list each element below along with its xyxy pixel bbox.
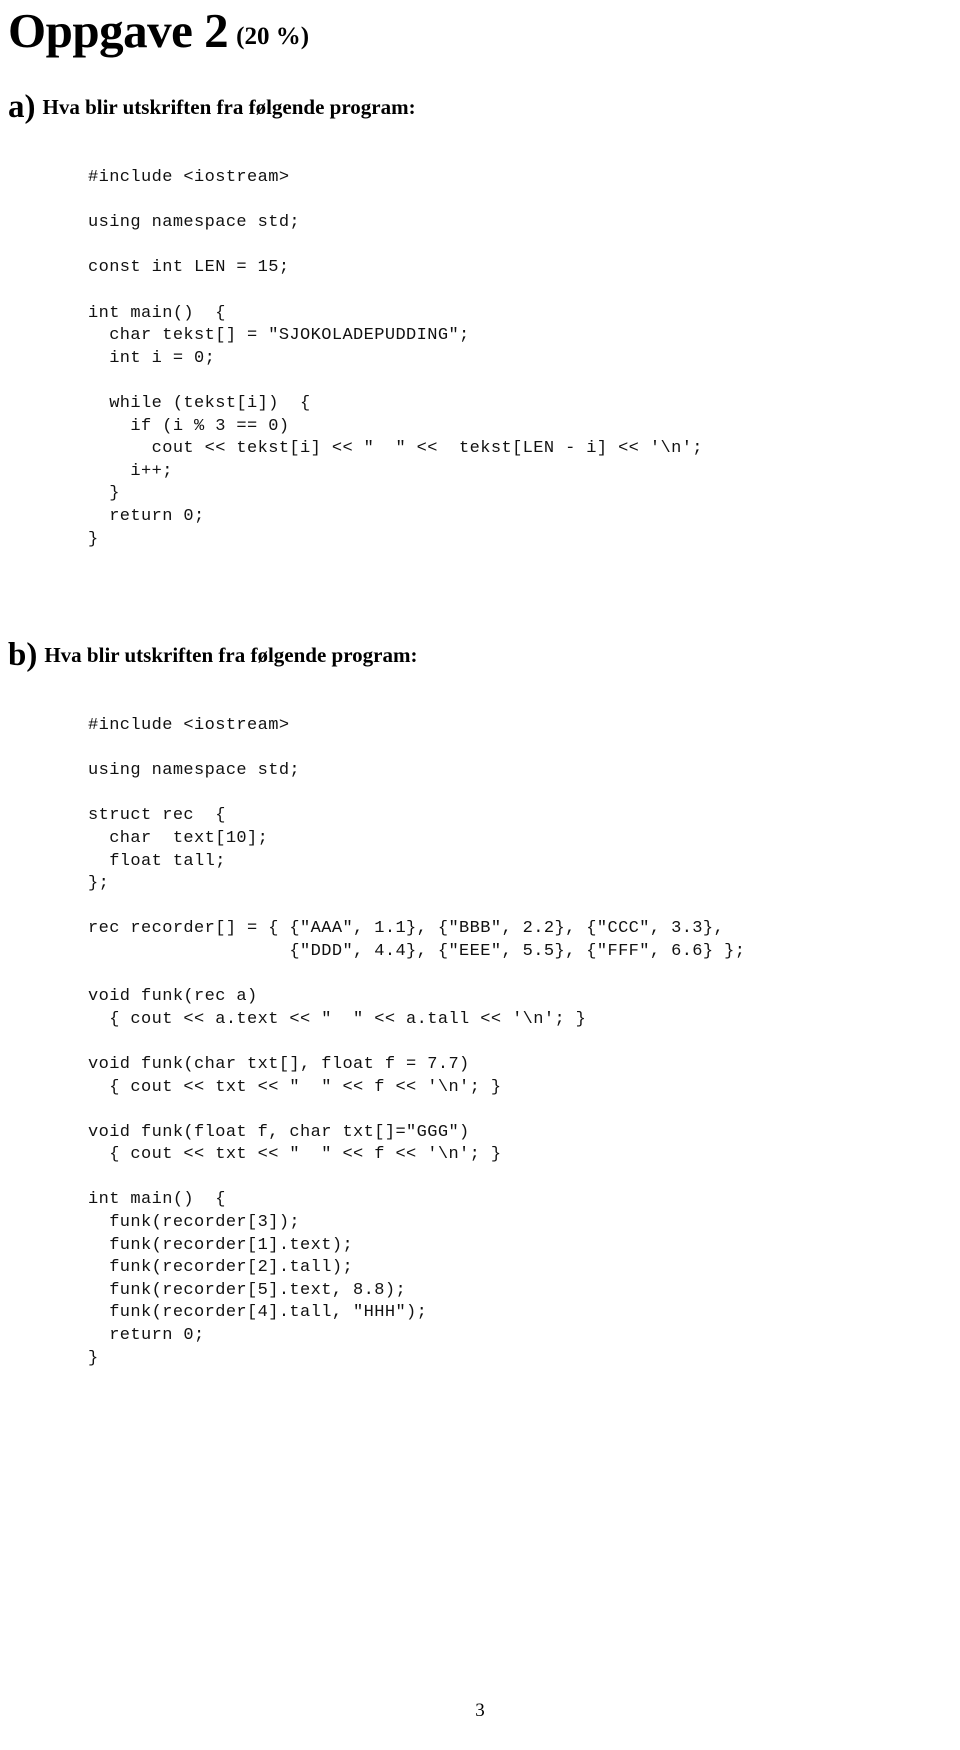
section-a-letter: a) (8, 89, 36, 125)
section-b-heading: b) Hva blir utskriften fra følgende progr… (8, 637, 417, 674)
page-number: 3 (475, 1700, 485, 1721)
exam-page: Oppgave 2 (20 %) a) Hva blir utskriften fr… (0, 0, 960, 1750)
section-b-letter: b) (8, 637, 38, 673)
section-b-heading-text: Hva blir utskriften fra følgende program… (44, 643, 418, 667)
page-title: Oppgave 2 (20 %) (8, 2, 309, 59)
page-title-text: Oppgave 2 (8, 3, 229, 58)
section-b-code-block: #include <iostream> using namespace std;… (88, 716, 746, 1368)
section-a-heading: a) Hva blir utskriften fra følgende progr… (8, 89, 416, 126)
section-a-heading-text: Hva blir utskriften fra følgende program… (42, 95, 416, 119)
section-a-code-block: #include <iostream> using namespace std;… (88, 168, 703, 549)
page-title-percent: (20 %) (236, 23, 310, 50)
